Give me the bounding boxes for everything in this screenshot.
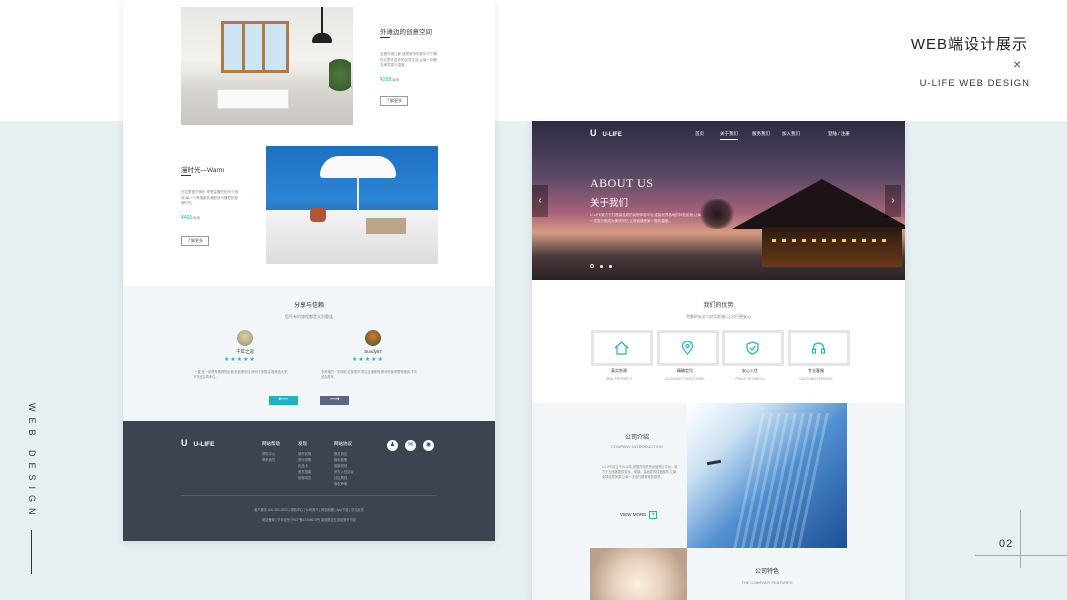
avatar — [365, 330, 381, 346]
carousel-dot[interactable] — [609, 265, 612, 268]
advantage-card[interactable] — [722, 330, 784, 366]
advantages-subtitle: 完美的安全与信用机制,让出行更安心 — [685, 314, 752, 319]
hero-title: ABOUT US — [590, 176, 654, 190]
showcase-title: WEB端设计展示 — [910, 36, 1028, 53]
hero-banner: U U-LIFE 首页 关于我们 服务我们 加入我们 登陆 / 注册 ‹ › AB… — [532, 121, 905, 280]
site-footer: U U-LIFE 网站帮助 帮助中心 联系我们 发现 城市民宿 旅行攻略 礼品卡 … — [123, 421, 495, 541]
card2-more-button[interactable]: 了解更多 — [181, 236, 209, 246]
intro-text: U-LIFE创立于2016年,是国内领先的民宿预订平台。致力于为旅客提供安全、便… — [602, 465, 678, 479]
carousel-dots[interactable] — [590, 255, 618, 273]
carousel-dot[interactable] — [590, 264, 594, 268]
footer-link[interactable]: 民宿动态 — [298, 475, 311, 481]
hero-prev-button[interactable]: ‹ — [532, 185, 548, 217]
footer-col-terms: 服务协议 隐私政策 退款规则 房东入驻协议 社区规则 版权声明 — [334, 451, 354, 487]
nav-item-join[interactable]: 加入我们 — [782, 131, 800, 137]
advantage-en-label: ACCURATE POSITIONING — [665, 377, 705, 381]
advantage-en-label: PEACE OF MIND IN — [735, 377, 765, 381]
share-subtitle: 您所有的旅程都是久别重逢 — [285, 314, 333, 319]
advantage-label: 精确定位 — [677, 368, 693, 373]
wechat-icon[interactable]: ✉ — [405, 440, 416, 451]
prev-review-button[interactable]: ⟵ — [269, 396, 298, 405]
nav-item-home[interactable]: 首页 — [695, 131, 704, 137]
qq-icon[interactable]: ◉ — [423, 440, 434, 451]
close-icon: × — [1013, 56, 1022, 72]
footer-links-line: 客户服务:400-000-0000 | 帮助中心 | 公司简介 | 网站地图 |… — [254, 508, 364, 512]
intro-en-title: COMPANY INTRODUCTION — [611, 444, 663, 449]
vertical-line — [31, 530, 32, 574]
right-page-mockup: U U-LIFE 首页 关于我们 服务我们 加入我们 登陆 / 注册 ‹ › AB… — [532, 121, 905, 600]
card1-title: 外滩边的创意空间 — [380, 29, 432, 36]
headset-icon — [811, 342, 826, 354]
footer-link[interactable]: 版权声明 — [334, 481, 354, 487]
vertical-caption: WEB DESIGN — [27, 403, 37, 521]
card2-text: 在这里慢下脚步,享受温暖的阳光与海风,每一个角落都充满舒适与惬意的度假时光。 — [181, 190, 238, 205]
features-title: 公司特色 — [754, 569, 779, 575]
advantage-card[interactable] — [657, 330, 719, 366]
card2-title: 漫时光—Warm — [181, 167, 225, 174]
features-en-title: THE COMPANY FEATURES — [741, 580, 793, 585]
footer-col-discover-title: 发现 — [298, 441, 307, 446]
hero-text: U-LIFE致力于打造高品质的民宿体验平台,连接世界各地的特色民宿,让每一次旅行… — [590, 213, 702, 223]
card1-divider — [380, 37, 390, 38]
left-page-mockup: 外滩边的创意空间 坐拥外滩江景,感受城市的繁华与宁静,在这里开启你的创意生活,让… — [123, 0, 495, 541]
footer-link[interactable]: 联系我们 — [262, 457, 275, 463]
footer-col-help: 帮助中心 联系我们 — [262, 451, 275, 463]
view-more-link[interactable]: VIEW MORE + — [620, 511, 658, 519]
card1-more-button[interactable]: 了解更多 — [380, 96, 408, 106]
login-register-link[interactable]: 登陆 / 注册 — [828, 131, 850, 137]
footer-divider — [181, 495, 437, 496]
features-image — [590, 548, 687, 600]
avatar — [237, 330, 253, 346]
card1-price: ¥288/每晚 — [380, 77, 400, 83]
skyscraper-image — [687, 403, 847, 548]
intro-title: 公司介绍 — [624, 435, 649, 441]
living-room-image — [181, 7, 353, 125]
advantage-en-label: CUSTOMER SERVICE — [799, 377, 833, 381]
review-text: "一直"是一家很有格调的民宿,老板很热情,房间干净整洁,推荐给大家,下次还会再来… — [193, 370, 289, 379]
advantage-card[interactable] — [591, 330, 653, 366]
seaside-terrace-image — [266, 146, 438, 264]
hero-subtitle: 关于我们 — [590, 198, 629, 209]
reviewer-name: 千年之逗 — [236, 349, 254, 354]
share-section: 分享与信赖 您所有的旅程都是久别重逢 千年之逗 ★★★★★ "一直"是一家很有格… — [123, 286, 495, 421]
corner-vertical-line — [1020, 510, 1021, 568]
nav-item-about[interactable]: 关于我们 — [720, 131, 738, 140]
shield-check-icon — [746, 341, 759, 355]
location-pin-icon — [681, 341, 694, 355]
home-icon — [614, 341, 629, 355]
plus-icon: + — [649, 511, 658, 519]
footer-col-help-title: 网站帮助 — [262, 441, 280, 446]
carousel-dot[interactable] — [600, 265, 603, 268]
showcase-subtitle: U-LIFE WEB DESIGN — [919, 78, 1030, 89]
corner-horizontal-line — [975, 555, 1067, 556]
rating-stars: ★★★★★ — [352, 357, 384, 363]
advantages-title: 我们的优势 — [703, 303, 734, 309]
company-intro-section: 公司介绍 COMPANY INTRODUCTION U-LIFE创立于2016年… — [532, 403, 905, 600]
advantage-label: 专业客服 — [808, 368, 824, 373]
card1-text: 坐拥外滩江景,感受城市的繁华与宁静,在这里开启你的创意生活,让每一刻都充满灵感与… — [380, 52, 438, 67]
advantage-label: 安心入住 — [742, 368, 758, 373]
nav-item-service[interactable]: 服务我们 — [752, 131, 770, 137]
footer-col-terms-title: 网站协议 — [334, 441, 352, 446]
share-title: 分享与信赖 — [293, 303, 324, 309]
page-number: 02 — [999, 538, 1014, 550]
advantage-en-label: REAL PROPERTY — [605, 377, 633, 381]
next-review-button[interactable]: ⟶ — [320, 396, 349, 405]
rating-stars: ★★★★★ — [224, 357, 256, 363]
reviewer-name: Sundy67 — [364, 349, 382, 354]
footer-col-discover: 城市民宿 旅行攻略 礼品卡 房东指南 民宿动态 — [298, 451, 311, 481]
card2-price: ¥465/每晚 — [181, 215, 201, 221]
advantage-card[interactable] — [788, 330, 850, 366]
footer-logo[interactable]: U U-LIFE — [181, 438, 214, 448]
review-text: 非常棒的一次体验,位置很好,周边交通便利,房间布置得很有格调,下次还会再来。 — [321, 370, 417, 379]
footer-license-line: 网站备案 | 许可证号:沪ICP备12345678号 增值电信业务经营许可证 — [262, 518, 356, 522]
hero-next-button[interactable]: › — [885, 185, 901, 217]
advantage-label: 真实房源 — [611, 368, 627, 373]
weibo-icon[interactable]: ♟ — [387, 440, 398, 451]
card2-divider — [181, 175, 191, 176]
nav-logo[interactable]: U U-LIFE — [590, 128, 622, 138]
